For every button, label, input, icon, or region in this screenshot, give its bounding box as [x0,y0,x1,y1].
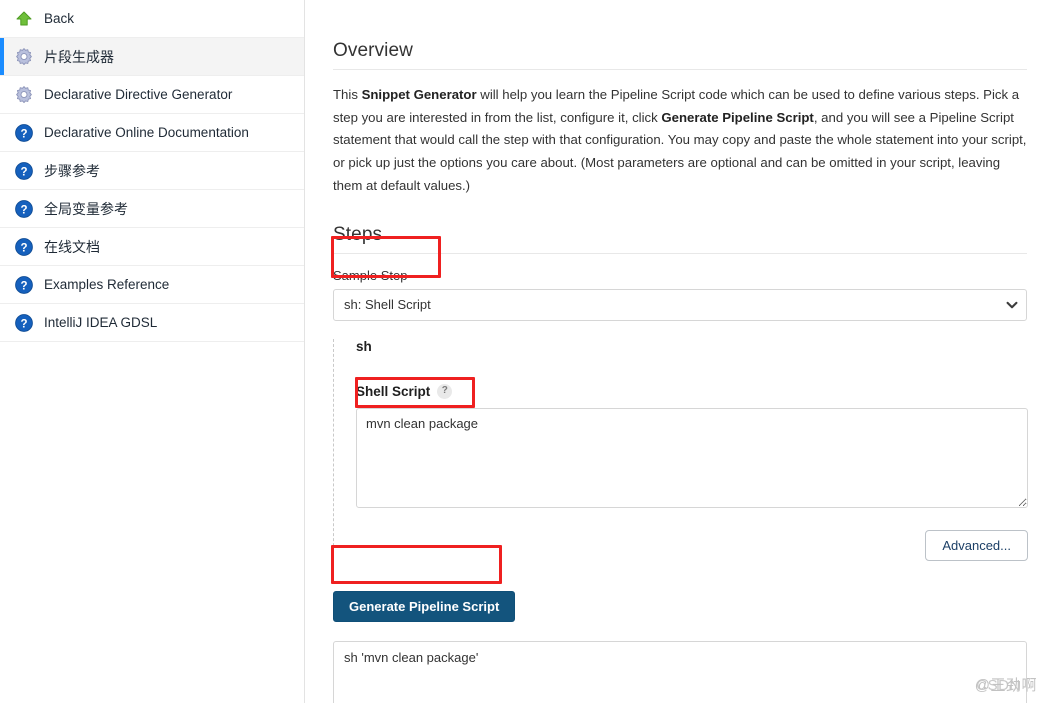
snippet-generator-page: Back 片段生成器 Declarative Directive Generator… [0,0,1055,703]
main-content: Overview This Snippet Generator will hel… [305,0,1055,703]
sidebar-item-label: Back [44,11,75,26]
svg-text:?: ? [20,242,27,254]
sidebar-item-snippet-generator[interactable]: 片段生成器 [0,38,304,76]
steps-divider [333,252,1027,254]
svg-text:?: ? [20,318,27,330]
svg-text:?: ? [20,204,27,216]
sidebar-item-label: Declarative Directive Generator [44,87,233,102]
sidebar-item-examples-reference[interactable]: ? Examples Reference [0,266,304,304]
shell-script-input[interactable] [356,407,1028,508]
step-config-block: sh Shell Script ? Advanced... [333,338,1028,571]
sidebar-item-label: 步骤参考 [44,162,100,179]
shell-script-label: Shell Script [356,383,431,399]
svg-text:?: ? [20,128,27,140]
up-arrow-icon [14,9,34,29]
svg-text:?: ? [20,280,27,292]
sidebar: Back 片段生成器 Declarative Directive Generator… [0,0,305,703]
sidebar-item-online-documentation[interactable]: ? 在线文档 [0,228,304,266]
gear-icon [14,85,34,105]
overview-heading: Overview [333,40,413,61]
sidebar-item-global-variable-reference[interactable]: ? 全局变量参考 [0,190,304,228]
sidebar-item-back[interactable]: Back [0,0,304,38]
watermark-back: @王劲啊 [974,677,1037,694]
watermark: CSDN@王劲啊 [974,674,1037,695]
help-icon: ? [14,199,34,219]
overview-bold-2: Generate Pipeline Script [661,109,814,125]
gear-icon [14,47,34,67]
sidebar-item-steps-reference[interactable]: ? 步骤参考 [0,152,304,190]
step-name: sh [356,338,372,354]
generate-row: Generate Pipeline Script [333,590,1027,627]
sidebar-item-label: 在线文档 [44,238,100,255]
help-icon: ? [14,275,34,295]
svg-text:?: ? [20,166,27,178]
advanced-row: Advanced... [356,529,1028,561]
help-icon: ? [14,237,34,257]
overview-divider [333,69,1027,70]
sidebar-item-label: IntelliJ IDEA GDSL [44,315,158,330]
shell-script-label-row: Shell Script ? [356,383,1027,399]
steps-heading: Steps [333,223,383,245]
help-icon: ? [14,123,34,143]
sidebar-item-label: Declarative Online Documentation [44,125,249,140]
overview-paragraph: This Snippet Generator will help you lea… [333,84,1027,198]
sample-step-label: Sample Step [333,267,408,283]
advanced-button[interactable]: Advanced... [925,529,1028,561]
sidebar-item-label: 全局变量参考 [44,200,128,217]
sidebar-item-label: 片段生成器 [44,48,114,65]
overview-text-1: This [333,87,362,102]
overview-bold-1: Snippet Generator [361,87,477,102]
help-question-icon[interactable]: ? [437,383,453,399]
help-icon: ? [14,313,34,333]
sidebar-item-declarative-online-documentation[interactable]: ? Declarative Online Documentation [0,114,304,152]
sample-step-select[interactable]: sh: Shell Script [333,288,1027,321]
sample-step-select-wrap: sh: Shell Script [333,288,1027,321]
sidebar-item-declarative-directive-generator[interactable]: Declarative Directive Generator [0,76,304,114]
sidebar-item-label: Examples Reference [44,277,170,292]
sidebar-item-intellij-idea-gdsl[interactable]: ? IntelliJ IDEA GDSL [0,304,304,342]
generate-pipeline-script-button[interactable]: Generate Pipeline Script [333,590,516,622]
generated-script-output[interactable] [333,640,1027,703]
help-icon: ? [14,161,34,181]
